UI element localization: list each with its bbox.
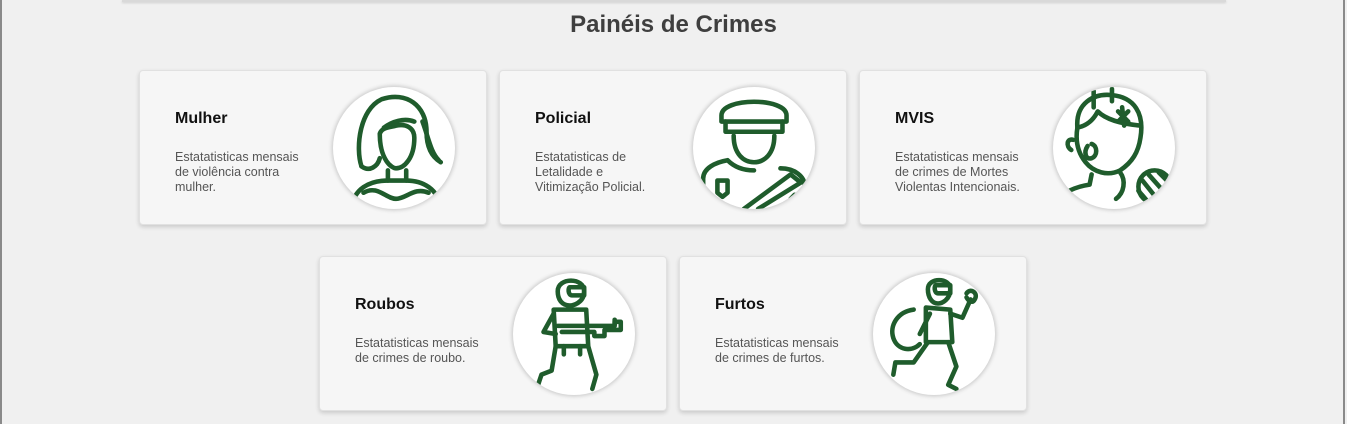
card-title: Policial <box>535 110 592 127</box>
card-title: Roubos <box>355 296 415 313</box>
card-description: Estatatisticas mensais de crimes de furt… <box>715 336 839 365</box>
card-description: Estatatisticas mensais de violência cont… <box>175 150 299 194</box>
victim-icon <box>1053 87 1175 209</box>
top-bar <box>122 0 1226 2</box>
woman-icon <box>333 87 455 209</box>
armed-robber-icon <box>513 273 635 395</box>
card-title: MVIS <box>895 110 935 127</box>
card-roubos[interactable]: Roubos Estatatisticas mensais de crimes … <box>319 256 667 411</box>
card-furtos[interactable]: Furtos Estatatisticas mensais de crimes … <box>679 256 1027 411</box>
card-description: Estatatisticas mensais de crimes de roub… <box>355 336 479 365</box>
card-description: Estatatisticas de Letalidade e Vitimizaç… <box>535 150 646 194</box>
card-policial[interactable]: Policial Estatatisticas de Letalidade e … <box>499 70 847 225</box>
card-description: Estatatisticas mensais de crimes de Mort… <box>895 150 1020 194</box>
card-title: Mulher <box>175 110 228 127</box>
page-title: Painéis de Crimes <box>570 11 777 38</box>
card-title: Furtos <box>715 296 765 313</box>
card-mulher[interactable]: Mulher Estatatisticas mensais de violênc… <box>139 70 487 225</box>
card-mvis[interactable]: MVIS Estatatisticas mensais de crimes de… <box>859 70 1207 225</box>
thief-icon <box>873 273 995 395</box>
police-officer-icon <box>693 87 815 209</box>
